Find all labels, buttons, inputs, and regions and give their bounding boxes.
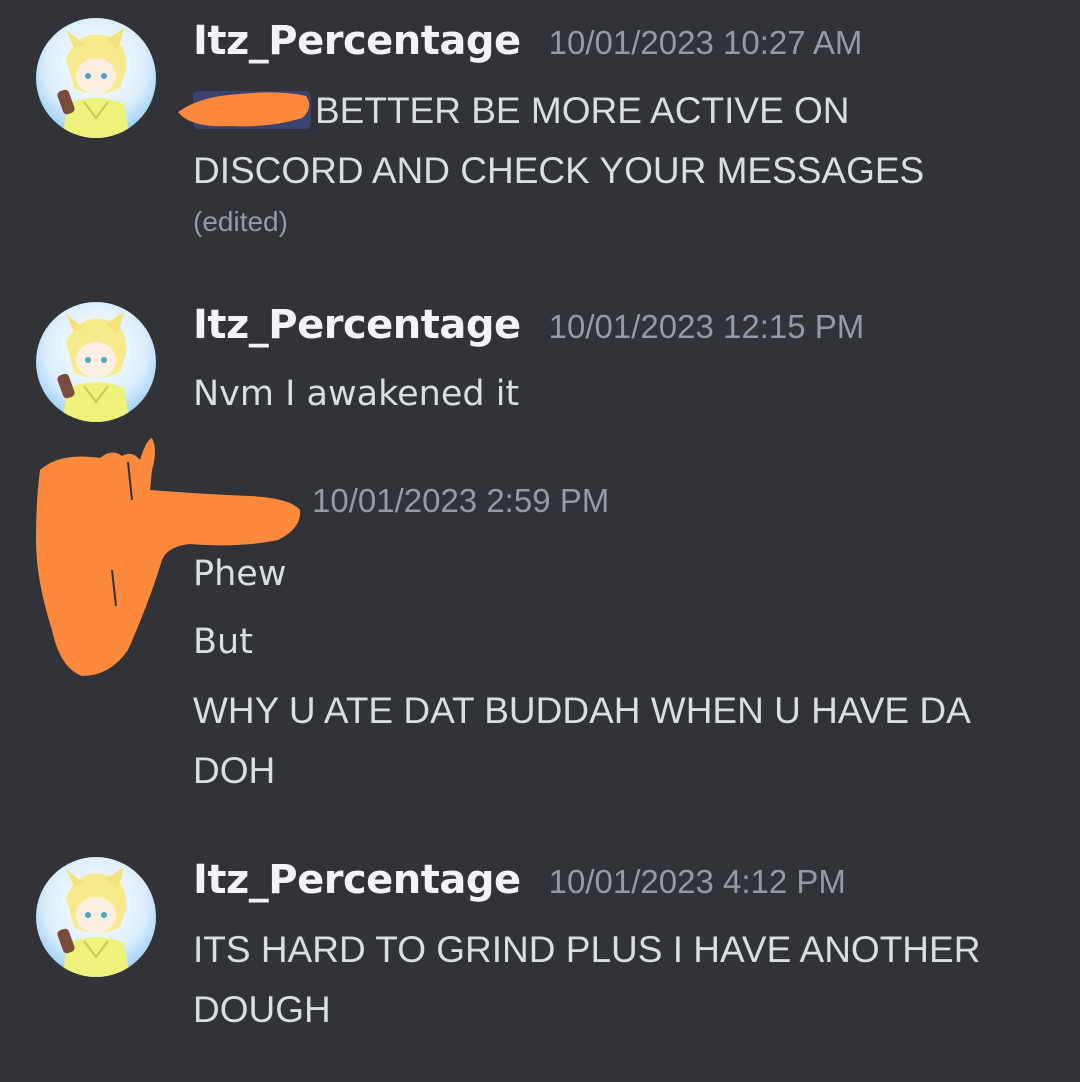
avatar[interactable] (36, 18, 156, 138)
message-text: DOUGH (193, 989, 331, 1030)
avatar[interactable] (36, 302, 156, 422)
timestamp[interactable]: 10/01/2023 4:12 PM (549, 863, 846, 901)
message-text: DOH (193, 750, 276, 791)
username[interactable]: Itz_Percentage (193, 857, 521, 903)
message-text: But (193, 622, 253, 662)
message-text: WHY U ATE DAT BUDDAH WHEN U HAVE DA (193, 690, 971, 731)
timestamp[interactable]: 10/01/2023 10:27 AM (549, 24, 863, 62)
user-mention[interactable] (193, 91, 311, 129)
username[interactable]: Itz_Percentage (193, 302, 521, 348)
message-header: 10/01/2023 2:59 PM (312, 482, 609, 542)
message-header: Itz_Percentage 10/01/2023 10:27 AM (193, 18, 862, 78)
message-text: Nvm I awakened it (193, 374, 520, 414)
message-text: BETTER BE MORE ACTIVE ON (193, 90, 850, 132)
edited-indicator: (edited) (193, 206, 288, 237)
message-text: Phew (193, 554, 287, 594)
message-text: DISCORD AND CHECK YOUR MESSAGES (193, 150, 925, 191)
message-header: Itz_Percentage 10/01/2023 12:15 PM (193, 302, 864, 362)
timestamp[interactable]: 10/01/2023 12:15 PM (549, 308, 865, 346)
avatar[interactable] (36, 857, 156, 977)
message-text: ITS HARD TO GRIND PLUS I HAVE ANOTHER (193, 929, 981, 970)
message-header: Itz_Percentage 10/01/2023 4:12 PM (193, 857, 846, 917)
username[interactable]: Itz_Percentage (193, 18, 521, 64)
timestamp[interactable]: 10/01/2023 2:59 PM (312, 482, 609, 520)
chat-message-list: Itz_Percentage 10/01/2023 10:27 AM BETTE… (0, 0, 1080, 1082)
